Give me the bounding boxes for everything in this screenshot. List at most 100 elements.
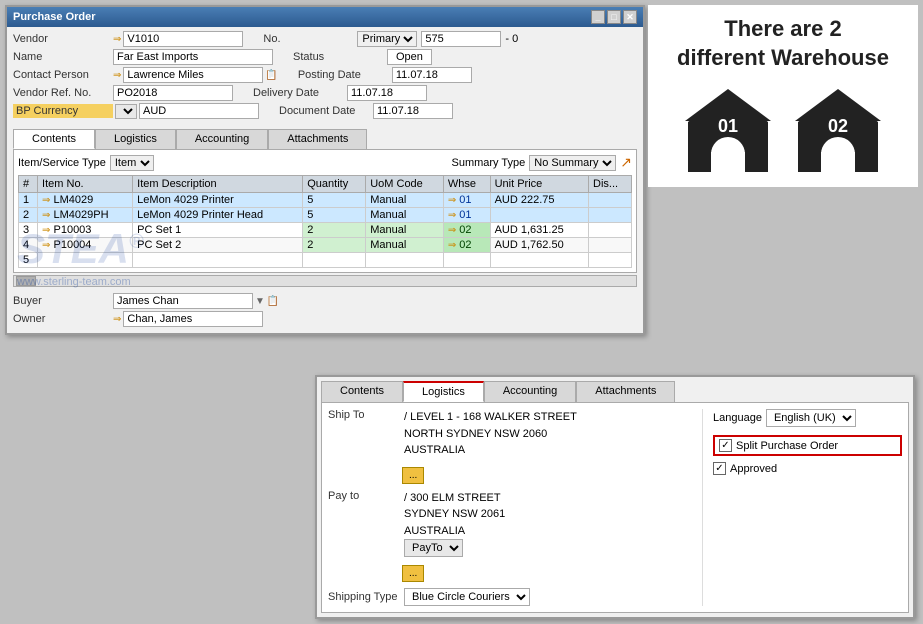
cell-item-no: ⇒ LM4029 [38,193,133,208]
cell-uom: Manual [366,223,444,238]
cell-quantity: 2 [303,223,366,238]
cell-item-no: ⇒ P10003 [38,223,133,238]
split-po-container: ✓ Split Purchase Order [713,435,902,456]
warehouse-text: There are 2 different Warehouse [677,15,889,72]
pay-to-dropdown[interactable]: PayTo [404,539,463,557]
cell-unit-price [490,208,588,223]
pay-to-value: / 300 ELM STREET SYDNEY NSW 2061 AUSTRAL… [404,490,692,540]
primary-dropdown[interactable]: Primary [357,31,417,47]
scroll-thumb-h[interactable] [16,276,36,286]
document-section: Document Date 11.07.18 [279,103,453,119]
col-description: Item Description [133,176,303,193]
sub-tab-accounting[interactable]: Accounting [484,381,576,402]
cell-disc [589,223,632,238]
split-po-checkbox[interactable]: ✓ [719,439,732,452]
tab-attachments[interactable]: Attachments [268,129,367,149]
cell-uom: Manual [366,193,444,208]
cell-whse [443,253,490,268]
warehouse-icons: 01 02 [683,87,883,177]
close-button[interactable]: ✕ [623,10,637,24]
table-row[interactable]: 5 [19,253,632,268]
summary-type-label: Summary Type [451,157,525,169]
sub-tabs: Contents Logistics Accounting Attachment… [317,377,913,402]
buyer-dropdown-icon[interactable]: ▼ [255,296,265,307]
warehouse-01-svg: 01 [683,87,773,177]
cell-whse: ⇒ 01 [443,193,490,208]
no-label: No. [263,33,353,45]
cell-disc [589,208,632,223]
tab-logistics[interactable]: Logistics [95,129,176,149]
cell-whse: ⇒ 02 [443,223,490,238]
summary-type-select[interactable]: No Summary [529,155,616,171]
item-type-select[interactable]: Item [110,155,154,171]
col-num: # [19,176,38,193]
document-value[interactable]: 11.07.18 [373,103,453,119]
buyer-section: Buyer James Chan ▼ 📋 Owner ⇒ Chan, James [7,289,643,333]
approved-checkbox[interactable]: ✓ [713,462,726,475]
owner-value[interactable]: Chan, James [123,311,263,327]
currency-value[interactable]: AUD [139,103,259,119]
cell-unit-price: AUD 1,631.25 [490,223,588,238]
ship-to-row: Ship To / LEVEL 1 - 168 WALKER STREET NO… [328,409,692,459]
buyer-value[interactable]: James Chan [113,293,253,309]
contact-row: Contact Person ⇒ Lawrence Miles 📋 Postin… [13,67,637,83]
posting-value[interactable]: 11.07.18 [392,67,472,83]
name-value[interactable]: Far East Imports [113,49,273,65]
svg-text:02: 02 [828,116,848,136]
vendor-label: Vendor [13,33,113,45]
shipping-type-select[interactable]: Blue Circle Couriers [404,588,530,606]
cell-quantity [303,253,366,268]
pay-to-label: Pay to [328,490,398,502]
vendor-ref-value[interactable]: PO2018 [113,85,233,101]
cell-unit-price: AUD 222.75 [490,193,588,208]
delivery-section: Delivery Date 11.07.18 [253,85,427,101]
language-select[interactable]: English (UK) [766,409,856,427]
currency-dropdown[interactable]: ▼ [115,104,137,119]
vendor-value[interactable]: V1010 [123,31,243,47]
col-unit-price: Unit Price [490,176,588,193]
cell-description [133,253,303,268]
expand-icon[interactable]: ↗ [620,154,632,171]
vendor-arrow: ⇒ [113,34,121,45]
table-row[interactable]: 3 ⇒ P10003 PC Set 1 2 Manual ⇒ 02 AUD 1,… [19,223,632,238]
posting-section: Posting Date 11.07.18 [298,67,472,83]
shipping-type-row: Shipping Type Blue Circle Couriers [328,588,692,606]
cell-unit-price [490,253,588,268]
buyer-info-icon[interactable]: 📋 [267,296,279,307]
no-value[interactable]: 575 [421,31,501,47]
table-row[interactable]: 1 ⇒ LM4029 LeMon 4029 Printer 5 Manual ⇒… [19,193,632,208]
cell-disc [589,253,632,268]
status-value: Open [387,49,432,65]
delivery-label: Delivery Date [253,87,343,99]
table-row[interactable]: 4 ⇒ P10004 PC Set 2 2 Manual ⇒ 02 AUD 1,… [19,238,632,253]
pay-to-row: Pay to / 300 ELM STREET SYDNEY NSW 2061 … [328,490,692,558]
ship-to-browse-button[interactable]: ... [402,467,424,484]
shipping-type-label: Shipping Type [328,591,398,603]
minimize-button[interactable]: _ [591,10,605,24]
sub-tab-attachments[interactable]: Attachments [576,381,675,402]
contact-icon[interactable]: 📋 [265,70,277,81]
tab-contents[interactable]: Contents [13,129,95,149]
delivery-value[interactable]: 11.07.18 [347,85,427,101]
tab-accounting[interactable]: Accounting [176,129,268,149]
cell-whse: ⇒ 01 [443,208,490,223]
cell-quantity: 5 [303,193,366,208]
pay-to-browse-button[interactable]: ... [402,565,424,582]
window-controls: _ □ ✕ [591,10,637,24]
vendor-row: Vendor ⇒ V1010 No. Primary 575 - 0 [13,31,637,47]
sub-tab-logistics[interactable]: Logistics [403,381,484,402]
right-panel: There are 2 different Warehouse 01 [648,5,918,187]
horizontal-scrollbar[interactable] [13,275,637,287]
maximize-button[interactable]: □ [607,10,621,24]
table-row[interactable]: 2 ⇒ LM4029PH LeMon 4029 Printer Head 5 M… [19,208,632,223]
no-section: No. Primary 575 - 0 [263,31,518,47]
cell-description: PC Set 1 [133,223,303,238]
warehouse-02-svg: 02 [793,87,883,177]
owner-row: Owner ⇒ Chan, James [13,311,637,327]
currency-label: BP Currency [13,104,113,118]
contact-value[interactable]: Lawrence Miles [123,67,263,83]
owner-label: Owner [13,313,113,325]
vendor-ref-row: Vendor Ref. No. PO2018 Delivery Date 11.… [13,85,637,101]
sub-right-panel: Language English (UK) ✓ Split Purchase O… [702,409,902,606]
sub-tab-contents[interactable]: Contents [321,381,403,402]
